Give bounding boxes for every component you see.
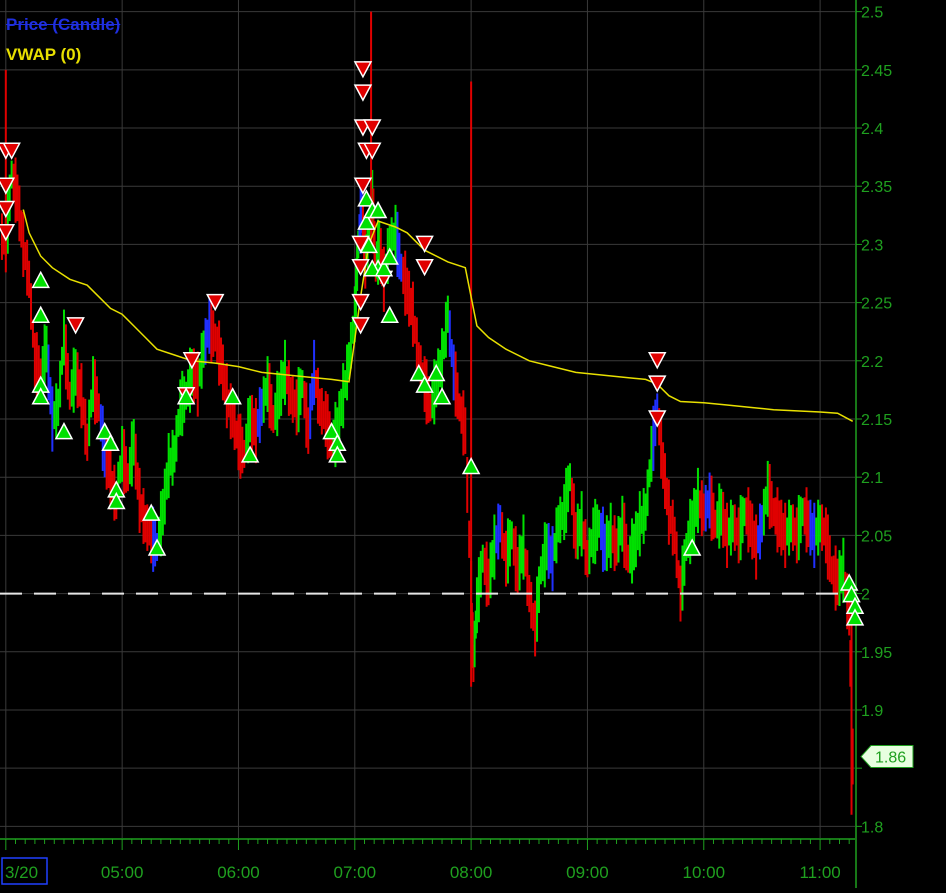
y-tick-label: 2.05 xyxy=(861,528,892,545)
x-tick-label: 09:00 xyxy=(566,863,609,882)
x-tick-label: 3/20 xyxy=(5,863,38,882)
sell-signal-marker xyxy=(415,258,434,277)
y-tick-label: 2.35 xyxy=(861,179,892,196)
x-tick-label: 06:00 xyxy=(217,863,260,882)
y-tick-label: 2.25 xyxy=(861,296,892,313)
x-tick-label: 08:00 xyxy=(450,863,493,882)
y-tick-label: 1.9 xyxy=(861,703,883,720)
buy-signal-marker xyxy=(31,305,50,323)
chart-svg[interactable]: 2.5 2.45 2.4 2.35 2.3 2.25 2.2 2.15 2.1 2.05 2 1.95… xyxy=(0,0,946,888)
y-tick-label: 2.5 xyxy=(861,5,883,22)
y-tick-label: 2.45 xyxy=(861,63,892,80)
y-tick-label: 2.1 xyxy=(861,470,883,487)
buy-signal-marker xyxy=(31,270,50,289)
x-tick-label: 11:00 xyxy=(799,863,840,882)
sell-signal-marker xyxy=(353,84,373,102)
legend-price-candle[interactable]: Price (Candle) xyxy=(6,10,120,40)
last-price-label: 1.86 xyxy=(875,750,906,767)
y-tick-label: 1.8 xyxy=(861,819,883,836)
buy-signal-marker xyxy=(461,456,481,475)
y-tick-label: 1.95 xyxy=(861,645,892,662)
sell-signal-marker xyxy=(66,317,85,335)
price-chart[interactable]: 2.5 2.45 2.4 2.35 2.3 2.25 2.2 2.15 2.1 2.05 2 1.95… xyxy=(0,0,946,888)
y-tick-label: 2 xyxy=(861,587,870,604)
x-tick-label: 07:00 xyxy=(334,863,377,882)
legend-vwap[interactable]: VWAP (0) xyxy=(6,40,120,70)
y-tick-label: 2.3 xyxy=(861,237,883,254)
x-tick-label: 05:00 xyxy=(101,863,144,882)
y-tick-label: 2.2 xyxy=(861,354,883,371)
chart-legend: Price (Candle) VWAP (0) xyxy=(6,10,120,70)
x-tick-label: 10:00 xyxy=(683,863,726,882)
y-tick-label: 2.4 xyxy=(861,121,883,138)
y-tick-label: 2.15 xyxy=(861,412,892,429)
